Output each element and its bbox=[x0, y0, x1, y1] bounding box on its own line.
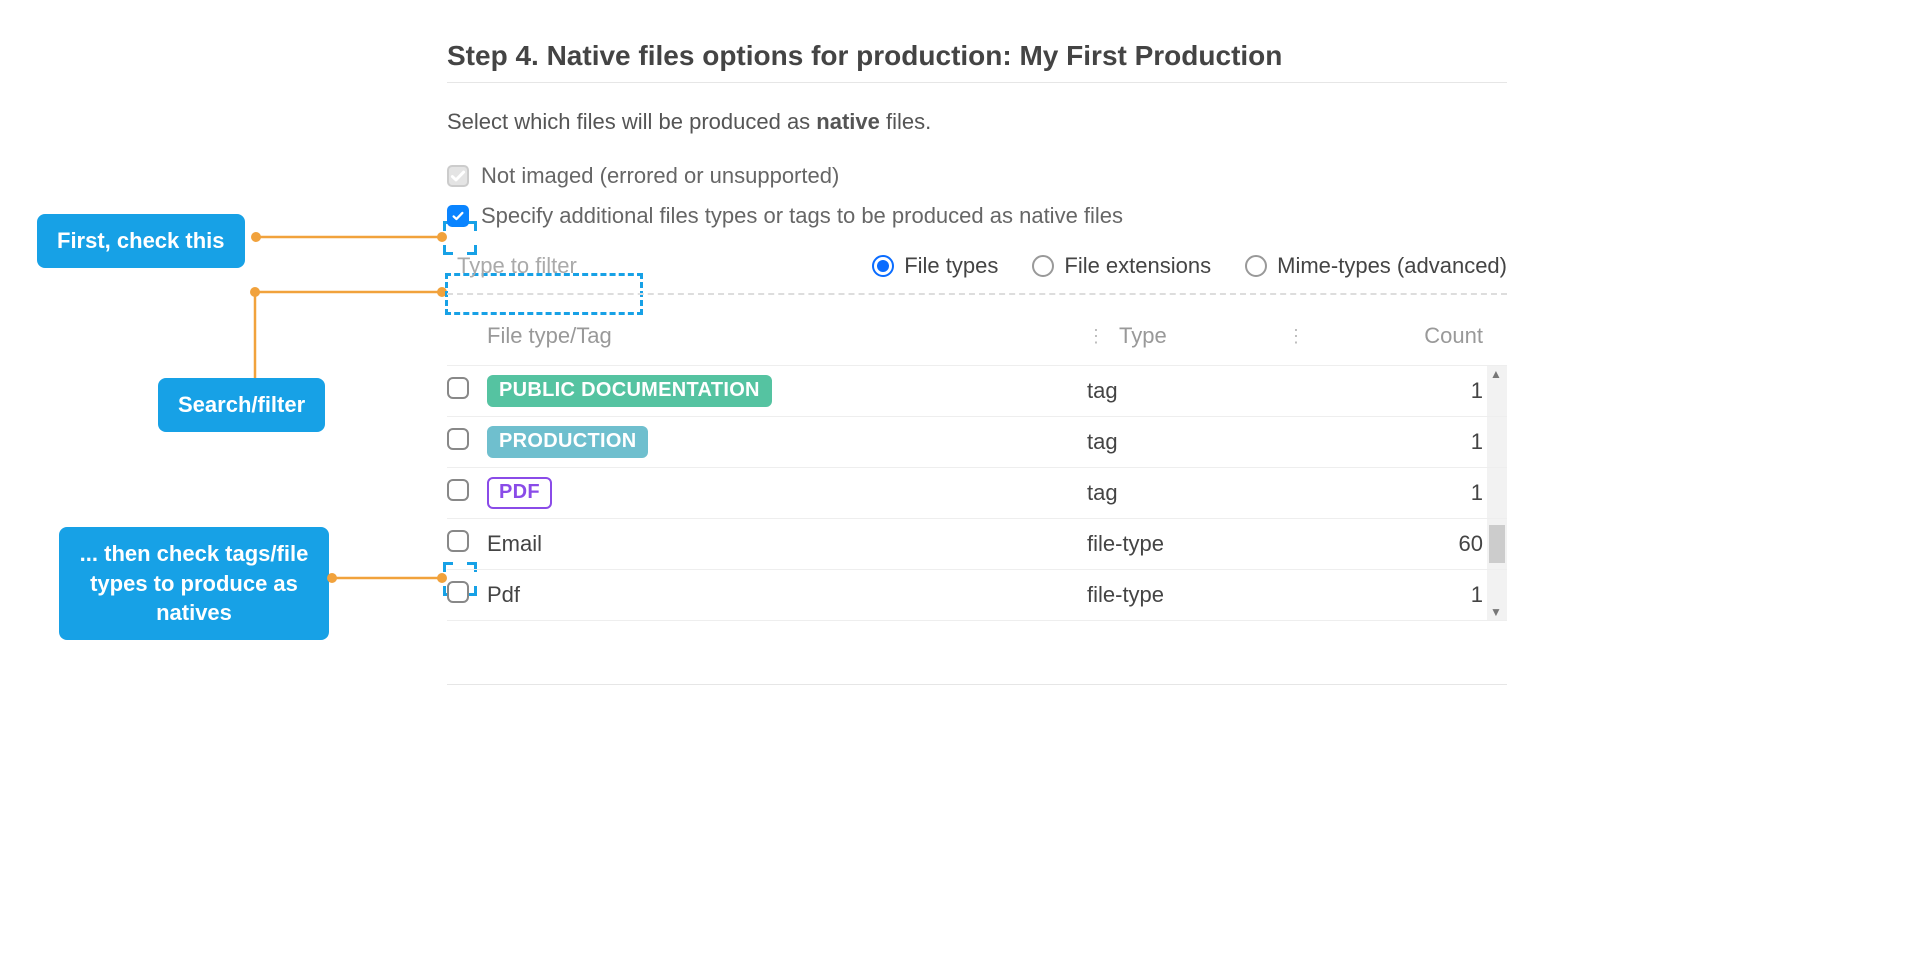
filter-mode-radios: File types File extensions Mime-types (a… bbox=[872, 253, 1507, 279]
row-checkbox[interactable] bbox=[447, 479, 469, 501]
radio-mime-types[interactable]: Mime-types (advanced) bbox=[1245, 253, 1507, 279]
radio-file-types[interactable]: File types bbox=[872, 253, 998, 279]
table-row: Pdf file-type 1 ▼ bbox=[447, 570, 1507, 621]
col-name[interactable]: File type/Tag bbox=[487, 323, 1087, 349]
table-row: PRODUCTION tag 1 bbox=[447, 417, 1507, 468]
scrollbar-thumb[interactable] bbox=[1489, 525, 1505, 563]
option-not-imaged: Not imaged (errored or unsupported) bbox=[447, 163, 1507, 189]
tag-pill: PDF bbox=[487, 477, 552, 509]
intro-post: files. bbox=[880, 109, 931, 134]
filter-input[interactable]: Type to filter bbox=[447, 247, 637, 285]
filter-row: Type to filter File types File extension… bbox=[447, 247, 1507, 295]
radio-file-types-label: File types bbox=[904, 253, 998, 279]
tag-pill: PRODUCTION bbox=[487, 426, 648, 458]
column-menu-icon[interactable]: ⋮ bbox=[1287, 326, 1319, 347]
row-checkbox[interactable] bbox=[447, 428, 469, 450]
step4-panel: Step 4. Native files options for product… bbox=[447, 40, 1507, 685]
col-count[interactable]: Count bbox=[1424, 323, 1487, 349]
row-count: 1 bbox=[1287, 378, 1487, 404]
page-title: Step 4. Native files options for product… bbox=[447, 40, 1507, 83]
row-count: 1 bbox=[1287, 429, 1487, 455]
table-row: PUBLIC DOCUMENTATION tag 1 ▲ bbox=[447, 366, 1507, 417]
scroll-up-icon[interactable]: ▲ bbox=[1490, 367, 1502, 381]
row-type: tag bbox=[1087, 378, 1287, 404]
not-imaged-checkbox bbox=[447, 165, 469, 187]
row-label: Pdf bbox=[487, 582, 1087, 608]
table-row: PDF tag 1 bbox=[447, 468, 1507, 519]
radio-file-extensions[interactable]: File extensions bbox=[1032, 253, 1211, 279]
table-row: Email file-type 60 bbox=[447, 519, 1507, 570]
file-types-table: File type/Tag ⋮ Type ⋮ Count PUBLIC DOCU… bbox=[447, 313, 1507, 621]
row-count: 1 bbox=[1287, 582, 1487, 608]
intro-text: Select which files will be produced as n… bbox=[447, 109, 1507, 135]
panel-footer-spacer bbox=[447, 625, 1507, 685]
row-checkbox[interactable] bbox=[447, 530, 469, 552]
option-specify[interactable]: Specify additional files types or tags t… bbox=[447, 203, 1507, 229]
callout-search-filter: Search/filter bbox=[158, 378, 325, 432]
not-imaged-label: Not imaged (errored or unsupported) bbox=[481, 163, 839, 189]
row-label: Email bbox=[487, 531, 1087, 557]
row-type: file-type bbox=[1087, 582, 1287, 608]
radio-file-extensions-label: File extensions bbox=[1064, 253, 1211, 279]
scroll-down-icon[interactable]: ▼ bbox=[1490, 605, 1502, 619]
row-type: file-type bbox=[1087, 531, 1287, 557]
row-count: 1 bbox=[1287, 480, 1487, 506]
callout-first-check: First, check this bbox=[37, 214, 245, 268]
specify-checkbox[interactable] bbox=[447, 205, 469, 227]
radio-mime-types-label: Mime-types (advanced) bbox=[1277, 253, 1507, 279]
row-checkbox[interactable] bbox=[447, 581, 469, 603]
table-header: File type/Tag ⋮ Type ⋮ Count bbox=[447, 313, 1507, 365]
row-type: tag bbox=[1087, 480, 1287, 506]
intro-bold: native bbox=[816, 109, 880, 134]
table-body: PUBLIC DOCUMENTATION tag 1 ▲ PRODUCTION … bbox=[447, 365, 1507, 621]
row-type: tag bbox=[1087, 429, 1287, 455]
tag-pill: PUBLIC DOCUMENTATION bbox=[487, 375, 772, 407]
row-checkbox[interactable] bbox=[447, 377, 469, 399]
specify-label: Specify additional files types or tags t… bbox=[481, 203, 1123, 229]
intro-pre: Select which files will be produced as bbox=[447, 109, 816, 134]
callout-then-check: ... then check tags/file types to produc… bbox=[59, 527, 329, 640]
col-type[interactable]: Type bbox=[1119, 323, 1167, 349]
row-count: 60 bbox=[1287, 531, 1487, 557]
column-menu-icon[interactable]: ⋮ bbox=[1087, 326, 1119, 347]
